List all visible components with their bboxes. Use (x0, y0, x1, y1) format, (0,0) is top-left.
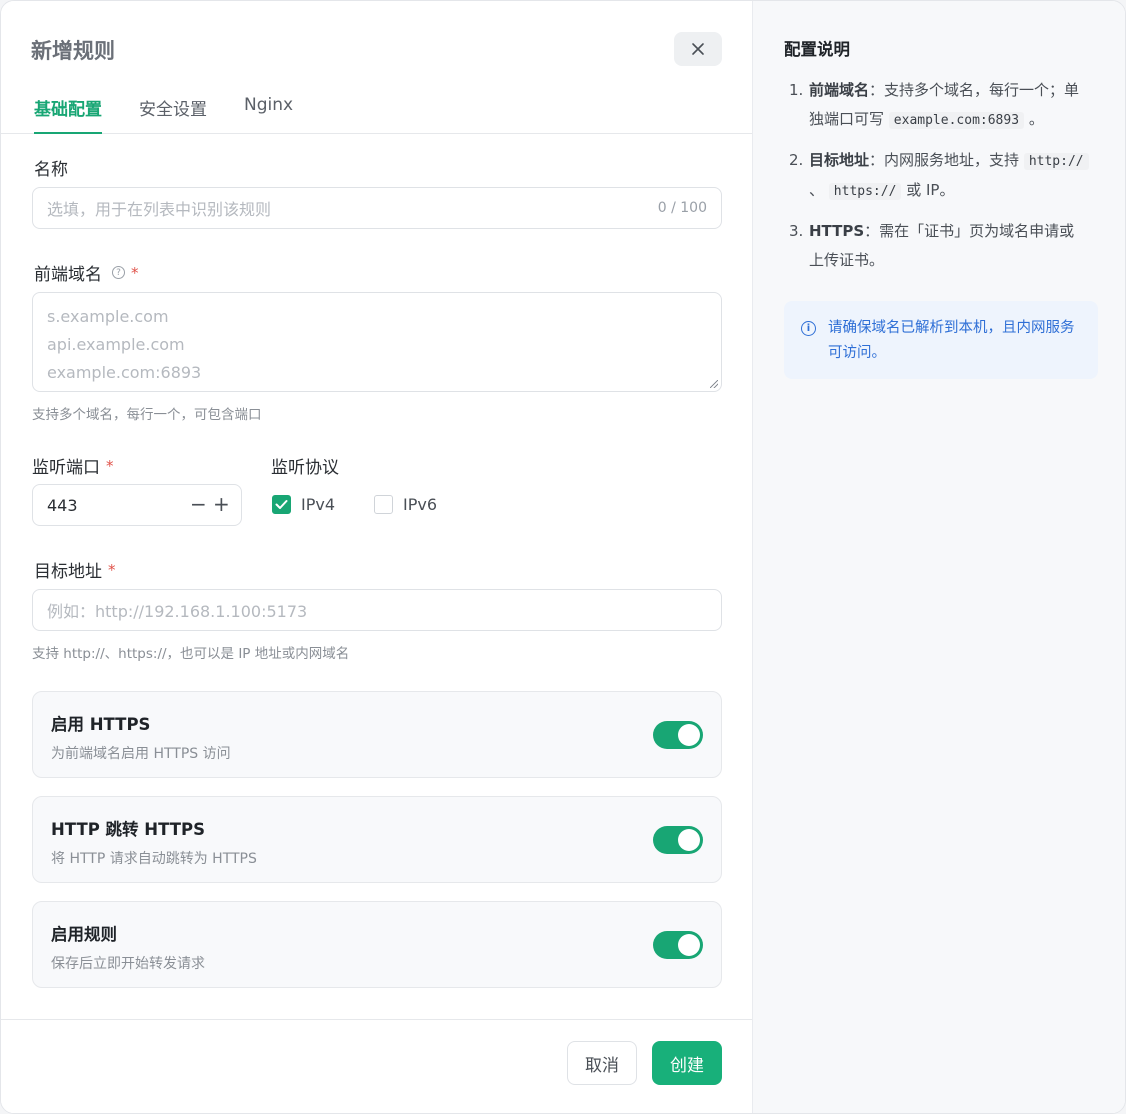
help-panel: 配置说明 1. 前端域名：支持多个域名，每行一个；单独端口可写 example.… (752, 1, 1125, 1113)
required-mark: * (106, 456, 114, 475)
redirect-toggle[interactable] (653, 826, 703, 854)
toggle-knob (678, 829, 700, 851)
port-value: 443 (47, 495, 78, 515)
help-icon[interactable]: ? (112, 266, 125, 279)
https-title: 启用 HTTPS (51, 715, 151, 734)
help-steps: 1. 前端域名：支持多个域名，每行一个；单独端口可写 example.com:6… (789, 76, 1089, 286)
https-card: 启用 HTTPS 为前端域名启用 HTTPS 访问 (32, 691, 722, 778)
ipv4-checkbox[interactable]: IPv4 (272, 495, 335, 514)
ipv6-checkbox[interactable]: IPv6 (374, 495, 437, 514)
enable-rule-desc: 保存后立即开始转发请求 (51, 956, 205, 972)
domains-label: 前端域名 ? * (34, 263, 139, 286)
required-mark: * (131, 263, 139, 282)
target-input[interactable]: 例如：http://192.168.1.100:5173 (32, 589, 722, 631)
ipv4-label: IPv4 (301, 495, 336, 514)
target-label: 目标地址 * (34, 560, 116, 583)
info-callout: i 请确保域名已解析到本机，且内网服务可访问。 (784, 301, 1098, 379)
resize-handle-icon[interactable] (710, 380, 718, 388)
close-button[interactable] (674, 32, 722, 66)
tab-basic[interactable]: 基础配置 (34, 95, 102, 134)
protocol-label: 监听协议 (271, 458, 339, 478)
dialog-footer: 取消 创建 (1, 1019, 752, 1113)
dialog-title: 新增规则 (31, 39, 115, 63)
dialog-main: 新增规则 基础配置 安全设置 Nginx 名称 选填，用于在列表中识别该规则 0… (1, 1, 752, 1113)
name-input[interactable]: 选填，用于在列表中识别该规则 0 / 100 (32, 187, 722, 229)
ipv6-label: IPv6 (403, 495, 438, 514)
help-step: 3. HTTPS：需在「证书」页为域名申请或上传证书。 (789, 222, 1075, 269)
redirect-title: HTTP 跳转 HTTPS (51, 820, 205, 839)
target-placeholder: 例如：http://192.168.1.100:5173 (47, 602, 308, 621)
inline-code: https:// (828, 183, 902, 200)
port-label: 监听端口 * (32, 456, 114, 479)
cancel-button[interactable]: 取消 (567, 1041, 637, 1085)
create-button[interactable]: 创建 (652, 1041, 722, 1085)
target-hint: 支持 http://、https://，也可以是 IP 地址或内网域名 (32, 646, 350, 662)
domains-placeholder-line: api.example.com (47, 335, 185, 354)
https-toggle[interactable] (653, 721, 703, 749)
checkbox-unchecked-icon (374, 495, 393, 514)
enable-rule-toggle[interactable] (653, 931, 703, 959)
port-stepper[interactable]: 443 − + (32, 484, 242, 526)
domains-textarea[interactable]: s.example.com api.example.com example.co… (32, 292, 722, 392)
domains-placeholder-line: example.com:6893 (47, 363, 202, 382)
add-rule-dialog: 新增规则 基础配置 安全设置 Nginx 名称 选填，用于在列表中识别该规则 0… (0, 0, 1126, 1114)
name-label: 名称 (34, 160, 68, 180)
checkbox-checked-icon (272, 495, 291, 514)
redirect-desc: 将 HTTP 请求自动跳转为 HTTPS (51, 851, 257, 867)
required-mark: * (108, 560, 116, 579)
tab-security[interactable]: 安全设置 (139, 95, 207, 134)
toggle-knob (678, 724, 700, 746)
domains-hint: 支持多个域名，每行一个，可包含端口 (32, 407, 262, 423)
info-icon: i (801, 321, 816, 336)
toggle-knob (678, 934, 700, 956)
inline-code: example.com:6893 (888, 112, 1025, 129)
decrement-button[interactable]: − (190, 494, 207, 514)
increment-button[interactable]: + (213, 494, 230, 514)
close-icon (692, 43, 704, 55)
name-counter: 0 / 100 (657, 200, 707, 216)
https-desc: 为前端域名启用 HTTPS 访问 (51, 746, 231, 762)
help-title: 配置说明 (784, 40, 850, 59)
name-placeholder: 选填，用于在列表中识别该规则 (47, 200, 272, 219)
redirect-card: HTTP 跳转 HTTPS 将 HTTP 请求自动跳转为 HTTPS (32, 796, 722, 883)
enable-rule-card: 启用规则 保存后立即开始转发请求 (32, 901, 722, 988)
info-text: 请确保域名已解析到本机，且内网服务可访问。 (828, 320, 1075, 361)
inline-code: http:// (1023, 153, 1089, 170)
help-step: 1. 前端域名：支持多个域名，每行一个；单独端口可写 example.com:6… (789, 81, 1080, 129)
help-step: 2. 目标地址：内网服务地址，支持 http:// 、 https:// 或 I… (789, 146, 1089, 206)
enable-rule-title: 启用规则 (51, 925, 117, 944)
domains-placeholder-line: s.example.com (47, 307, 169, 326)
tab-nginx[interactable]: Nginx (244, 95, 293, 129)
tab-bar: 基础配置 安全设置 Nginx (1, 81, 752, 134)
